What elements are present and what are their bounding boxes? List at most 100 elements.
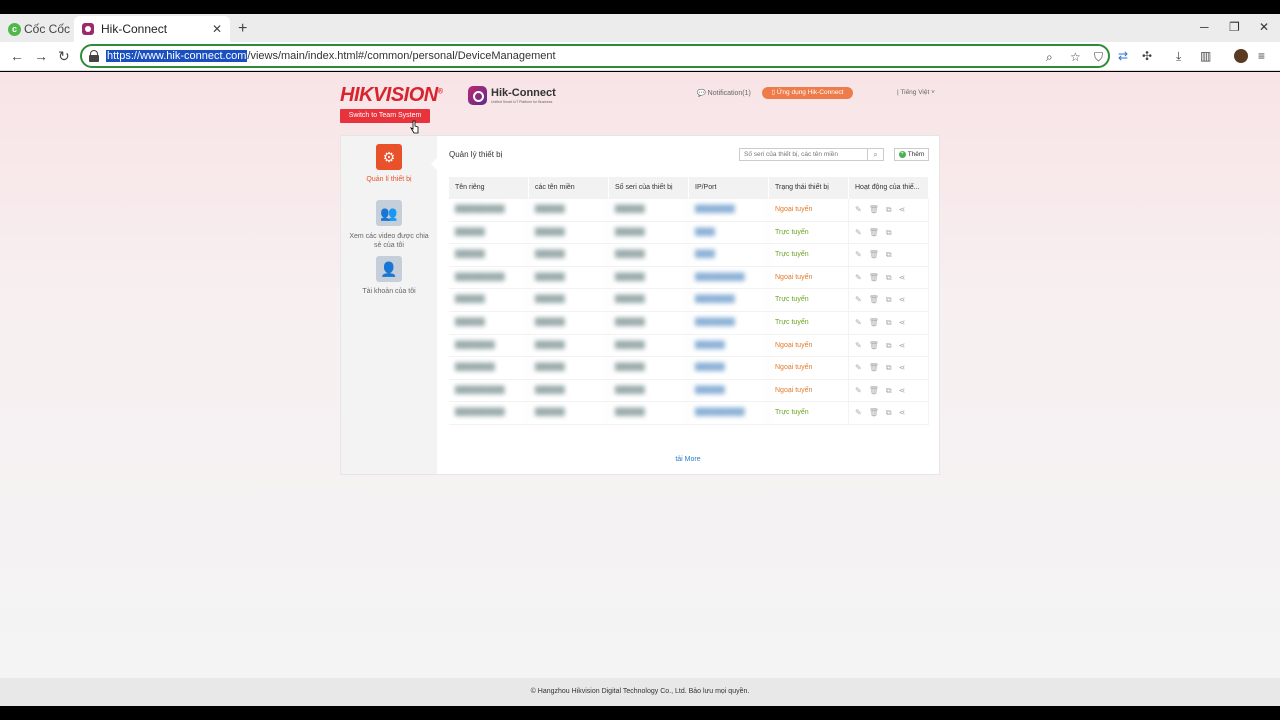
minimize-icon[interactable]: ─ <box>1200 20 1209 34</box>
column-header-ip[interactable]: IP/Port <box>689 177 769 199</box>
new-tab-icon[interactable]: + <box>238 20 247 38</box>
share-icon[interactable]: ⋖ <box>899 380 906 402</box>
column-header-name[interactable]: Tên riêng <box>449 177 529 199</box>
cell-status: Ngoại tuyến <box>769 199 849 221</box>
cell-serial: ██████ <box>609 334 689 357</box>
table-row[interactable]: ██████████ ██████ ██████ ████████ Ngoại tuyế… <box>449 199 929 222</box>
table-row[interactable]: ██████ ██████ ██████ ████████ Trực tuyến ✎ 🗑 ⧉ ⋖ <box>449 311 929 335</box>
copy-icon[interactable]: ⧉ <box>886 222 892 244</box>
delete-icon[interactable]: 🗑 <box>869 357 879 379</box>
copy-icon[interactable]: ⧉ <box>886 312 892 334</box>
share-icon[interactable]: ⋖ <box>899 312 906 334</box>
sidebar-item-device-management[interactable]: ⚙ Quản lí thiết bị <box>341 144 437 183</box>
edit-icon[interactable]: ✎ <box>855 357 862 379</box>
edit-icon[interactable]: ✎ <box>855 380 862 402</box>
column-header-domain[interactable]: các tên miền <box>529 177 609 199</box>
share-icon[interactable]: ⋖ <box>899 289 906 311</box>
copy-icon[interactable]: ⧉ <box>886 289 892 311</box>
extensions-icon[interactable]: ✣ <box>1142 49 1152 63</box>
column-header-status[interactable]: Trạng thái thiết bị <box>769 177 849 199</box>
profile-avatar[interactable] <box>1234 49 1248 63</box>
table-row[interactable]: ██████████ ██████ ██████ ██████████ Ngoại tu… <box>449 266 929 290</box>
edit-icon[interactable]: ✎ <box>855 289 862 311</box>
hikconnect-app-button[interactable]: ▯ Ứng dụng Hik-Connect <box>762 87 853 99</box>
share-icon[interactable]: ⋖ <box>899 199 906 221</box>
edit-icon[interactable]: ✎ <box>855 267 862 289</box>
table-row[interactable]: ████████ ██████ ██████ ██████ Ngoại tuyến ✎ 🗑 ⧉… <box>449 334 929 358</box>
share-icon[interactable]: ⋖ <box>899 402 906 424</box>
copy-icon[interactable]: ⧉ <box>886 267 892 289</box>
forward-icon[interactable]: → <box>34 48 48 64</box>
copy-icon[interactable]: ⧉ <box>886 199 892 221</box>
delete-icon[interactable]: 🗑 <box>869 380 879 402</box>
cell-domain: ██████ <box>529 379 609 402</box>
share-icon[interactable]: ⋖ <box>899 357 906 379</box>
search-icon[interactable]: ⌕ <box>867 149 883 160</box>
download-icon[interactable]: ⤓ <box>1176 49 1181 64</box>
edit-icon[interactable]: ✎ <box>855 312 862 334</box>
edit-icon[interactable]: ✎ <box>855 244 862 266</box>
delete-icon[interactable]: 🗑 <box>869 402 879 424</box>
cell-name: ██████████ <box>449 379 529 402</box>
sidebar-item-shared-videos[interactable]: 👥 Xem các video được chia sẻ của tôi <box>341 200 437 250</box>
language-selector[interactable]: | Tiếng Việt ˅ <box>897 89 935 96</box>
cell-name: ██████ <box>449 244 529 266</box>
language-label: Tiếng Việt <box>900 89 930 96</box>
cell-serial: ██████ <box>609 402 689 424</box>
copy-icon[interactable]: ⧉ <box>886 244 892 266</box>
lock-icon[interactable] <box>88 50 100 62</box>
reload-icon[interactable]: ↻ <box>58 48 70 65</box>
notification-link[interactable]: 💬 Notification(1) <box>697 89 751 97</box>
delete-icon[interactable]: 🗑 <box>869 267 879 289</box>
column-header-actions[interactable]: Hoạt động của thiế... <box>849 177 929 199</box>
bookmark-star-icon[interactable]: ☆ <box>1070 50 1081 64</box>
menu-icon[interactable]: ≡ <box>1258 49 1265 63</box>
edit-icon[interactable]: ✎ <box>855 199 862 221</box>
shield-icon[interactable]: ⛉ <box>1094 50 1103 65</box>
edit-icon[interactable]: ✎ <box>855 222 862 244</box>
table-row[interactable]: ██████ ██████ ██████ ████ Trực tuyến ✎ 🗑 ⧉ <box>449 221 929 245</box>
table-row[interactable]: ██████████ ██████ ██████ ██████████ Trực tuy… <box>449 402 929 425</box>
delete-icon[interactable]: 🗑 <box>869 335 879 357</box>
table-row[interactable]: ██████ ██████ ██████ ████ Trực tuyến ✎ 🗑 ⧉ <box>449 244 929 267</box>
edit-icon[interactable]: ✎ <box>855 335 862 357</box>
sidebar-item-my-account[interactable]: 👤 Tài khoản của tôi <box>341 256 437 295</box>
copy-icon[interactable]: ⧉ <box>886 402 892 424</box>
back-icon[interactable]: ← <box>10 48 24 64</box>
copy-icon[interactable]: ⧉ <box>886 335 892 357</box>
browser-tab[interactable]: Hik-Connect ✕ <box>74 16 230 42</box>
table-row[interactable]: ████████ ██████ ██████ ██████ Ngoại tuyến ✎ 🗑 ⧉… <box>449 357 929 380</box>
device-table: Tên riêng các tên miền Số seri của thiết… <box>449 177 929 425</box>
close-window-icon[interactable]: ✕ <box>1259 20 1269 34</box>
table-row[interactable]: ██████████ ██████ ██████ ██████ Ngoại tuyến ✎… <box>449 379 929 403</box>
zoom-icon[interactable]: ⌕ <box>1046 50 1053 65</box>
copy-icon[interactable]: ⧉ <box>886 357 892 379</box>
add-device-button[interactable]: + Thêm <box>894 148 929 161</box>
column-header-serial[interactable]: Số seri của thiết bị <box>609 177 689 199</box>
tab-close-icon[interactable]: ✕ <box>212 22 222 36</box>
delete-icon[interactable]: 🗑 <box>869 222 879 244</box>
sidebar-item-label: Xem các video được chia sẻ của tôi <box>349 233 429 249</box>
share-icon[interactable]: ⋖ <box>899 335 906 357</box>
delete-icon[interactable]: 🗑 <box>869 199 879 221</box>
url-path: /views/main/index.html#/common/personal/… <box>247 50 556 62</box>
delete-icon[interactable]: 🗑 <box>869 312 879 334</box>
hikconnect-logo[interactable]: Hik-Connect Unified Smart IoT Platform f… <box>468 86 556 105</box>
cell-actions: ✎ 🗑 ⧉ <box>849 244 929 266</box>
restore-icon[interactable]: ❐ <box>1229 20 1240 34</box>
cell-ip: ██████ <box>689 334 769 357</box>
table-row[interactable]: ██████ ██████ ██████ ████████ Trực tuyến ✎ 🗑 ⧉ ⋖ <box>449 289 929 312</box>
edit-icon[interactable]: ✎ <box>855 402 862 424</box>
address-bar[interactable]: https://www.hik-connect.com/views/main/i… <box>80 44 1110 68</box>
delete-icon[interactable]: 🗑 <box>869 244 879 266</box>
cell-ip: ██████████ <box>689 402 769 424</box>
load-more-link[interactable]: tải More <box>437 456 939 463</box>
delete-icon[interactable]: 🗑 <box>869 289 879 311</box>
hikvision-logo[interactable]: HIKVISION® <box>340 84 443 107</box>
share-icon[interactable]: ⋖ <box>899 267 906 289</box>
sidebar-icon[interactable]: ▥ <box>1200 49 1211 63</box>
copy-icon[interactable]: ⧉ <box>886 380 892 402</box>
translate-icon[interactable]: ⇄ <box>1118 49 1128 63</box>
coccoc-logo[interactable]: c Cốc Cốc <box>8 22 70 36</box>
search-input[interactable] <box>740 149 867 160</box>
